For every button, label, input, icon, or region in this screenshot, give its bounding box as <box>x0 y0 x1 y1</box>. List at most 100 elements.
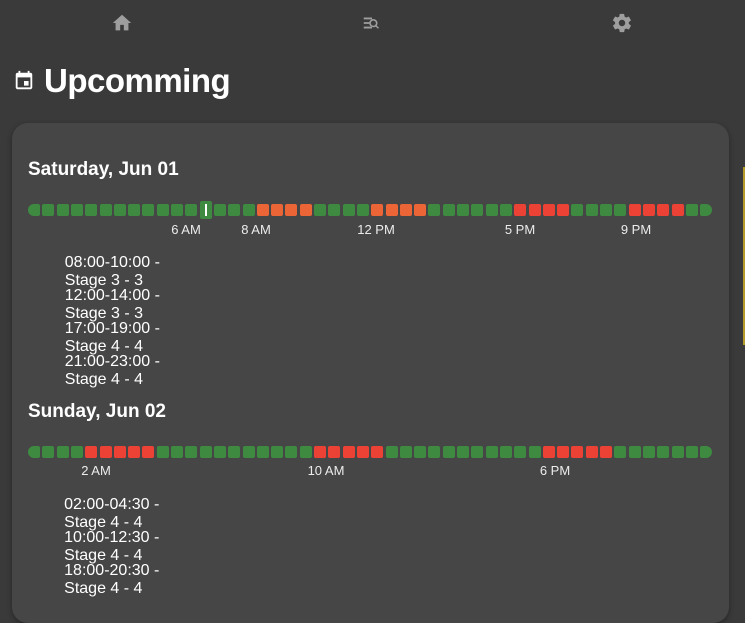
time-slot <box>199 446 212 458</box>
stage-indicator-dot <box>38 264 44 273</box>
day-section: Saturday, Jun 01 6 AM 8 AM 12 PM 5 PM 9 … <box>28 159 713 388</box>
event-item[interactable]: 17:00-19:00 - Stage 4 - 4 <box>28 320 179 355</box>
time-slot <box>142 204 155 216</box>
time-slot <box>70 204 83 216</box>
time-slot <box>256 204 269 216</box>
time-slot <box>399 446 412 458</box>
time-slot <box>228 204 241 216</box>
time-slot <box>113 204 126 216</box>
time-slot <box>642 446 655 458</box>
time-slot <box>70 446 83 458</box>
time-slot <box>428 204 441 216</box>
time-slot <box>328 446 341 458</box>
time-slot <box>528 446 541 458</box>
day-timeline <box>28 201 713 219</box>
stage-indicator-dot <box>38 363 44 372</box>
event-item[interactable]: 02:00-04:30 - Stage 4 - 4 <box>28 496 166 531</box>
stage-indicator-dot <box>38 330 44 339</box>
time-slot <box>128 204 141 216</box>
time-slot <box>600 446 612 458</box>
time-slot <box>213 446 226 458</box>
time-slot <box>28 204 40 216</box>
time-slot <box>156 446 169 458</box>
time-slot <box>557 204 570 216</box>
time-slot <box>485 446 498 458</box>
time-slot <box>442 204 455 216</box>
time-slot <box>342 204 355 216</box>
time-slot <box>671 446 684 458</box>
time-slot <box>314 204 326 216</box>
time-slot <box>614 446 627 458</box>
time-slot <box>499 204 512 216</box>
time-slot <box>314 446 326 458</box>
time-slot <box>342 446 355 458</box>
calendar-icon <box>15 70 33 90</box>
current-time-slot <box>199 201 212 219</box>
event-item[interactable]: 12:00-14:00 - Stage 3 - 3 <box>28 287 179 322</box>
time-slot <box>271 204 284 216</box>
time-slot <box>128 446 141 458</box>
time-slot <box>571 204 584 216</box>
event-text: 21:00-23:00 - Stage 4 - 4 <box>64 353 160 388</box>
event-item[interactable]: 10:00-12:30 - Stage 4 - 4 <box>28 529 166 564</box>
time-slot <box>614 204 627 216</box>
event-item[interactable]: 18:00-20:30 - Stage 4 - 4 <box>28 562 166 597</box>
time-slot <box>685 446 698 458</box>
time-slot <box>428 446 441 458</box>
time-slot <box>528 204 541 216</box>
time-slot <box>85 204 98 216</box>
time-slot <box>42 446 55 458</box>
time-slot <box>600 204 612 216</box>
time-slot <box>371 446 384 458</box>
event-text: 17:00-19:00 - Stage 4 - 4 <box>64 320 160 355</box>
time-slot <box>399 204 412 216</box>
stage-indicator-dot <box>38 539 43 548</box>
time-slot <box>42 204 55 216</box>
time-slot <box>28 446 40 458</box>
stage-indicator-dot <box>38 297 44 306</box>
time-slot <box>99 446 112 458</box>
event-text: 02:00-04:30 - Stage 4 - 4 <box>64 496 160 531</box>
time-slot <box>542 446 555 458</box>
time-slot <box>328 204 341 216</box>
time-slot <box>585 446 598 458</box>
time-slot <box>642 204 655 216</box>
time-slot <box>256 446 269 458</box>
time-slot <box>657 446 670 458</box>
time-slot <box>242 446 255 458</box>
time-slot <box>185 446 198 458</box>
time-slot <box>628 446 641 458</box>
time-slot <box>457 446 469 458</box>
event-item[interactable]: 21:00-23:00 - Stage 4 - 4 <box>28 353 179 388</box>
time-slot <box>171 204 183 216</box>
time-slot <box>285 204 298 216</box>
tick-label: 6 AM <box>171 222 201 237</box>
day-title: Saturday, Jun 01 <box>28 159 179 180</box>
event-item[interactable]: 08:00-10:00 - Stage 3 - 3 <box>28 254 179 289</box>
time-slot <box>271 446 284 458</box>
search-list-button[interactable] <box>357 8 387 38</box>
time-slot <box>299 204 312 216</box>
time-slot <box>56 204 69 216</box>
day-title: Sunday, Jun 02 <box>28 401 166 422</box>
home-button[interactable] <box>107 8 137 38</box>
schedule-card: Saturday, Jun 01 6 AM 8 AM 12 PM 5 PM 9 … <box>12 123 729 623</box>
time-slot <box>371 204 384 216</box>
time-slot <box>557 446 570 458</box>
time-slot <box>385 446 398 458</box>
time-slot <box>85 446 98 458</box>
tick-label: 8 AM <box>241 222 271 237</box>
top-navigation <box>0 0 745 46</box>
tick-label: 2 AM <box>81 463 111 478</box>
settings-button[interactable] <box>607 8 637 38</box>
time-slot <box>514 446 527 458</box>
tick-label: 6 PM <box>539 463 571 478</box>
time-slot <box>542 204 555 216</box>
time-slot <box>285 446 298 458</box>
time-slot <box>442 446 455 458</box>
event-text: 12:00-14:00 - Stage 3 - 3 <box>64 287 160 322</box>
time-slot <box>56 446 69 458</box>
page-title: Upcomming <box>44 62 231 99</box>
page-heading: Upcomming <box>13 62 231 100</box>
time-slot <box>213 204 226 216</box>
